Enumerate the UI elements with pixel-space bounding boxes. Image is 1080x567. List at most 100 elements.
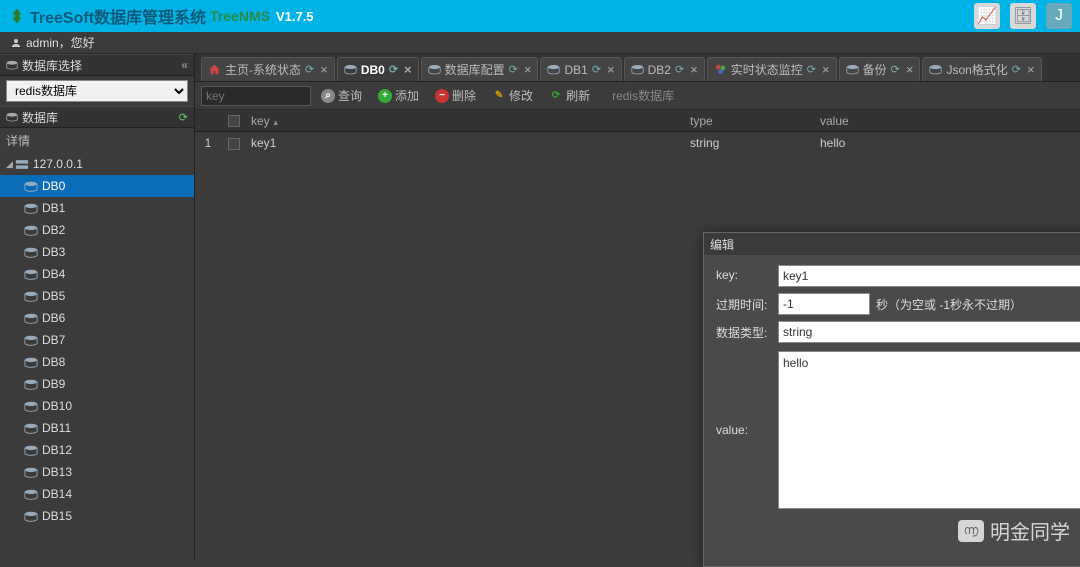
tab-refresh-icon[interactable]: ⟳	[675, 63, 684, 76]
tree-leaf-db9[interactable]: DB9	[0, 373, 194, 395]
header-button-2[interactable]: 🗄	[1010, 3, 1036, 29]
tab-refresh-icon[interactable]: ⟳	[891, 63, 900, 76]
tab-refresh-icon[interactable]: ⟳	[1012, 63, 1021, 76]
tab-Json格式化[interactable]: Json格式化⟳×	[922, 57, 1041, 81]
db-icon	[24, 269, 38, 280]
tree-leaf-label: DB9	[42, 377, 65, 391]
tab-DB0[interactable]: DB0⟳×	[337, 57, 419, 81]
tree-leaf-db12[interactable]: DB12	[0, 439, 194, 461]
tab-数据库配置[interactable]: 数据库配置⟳×	[421, 57, 539, 81]
tree-leaf-label: DB10	[42, 399, 72, 413]
app-header: TreeSoft数据库管理系统 TreeNMS V1.7.5 📈 🗄 J	[0, 0, 1080, 32]
tab-close-icon[interactable]: ×	[607, 62, 615, 77]
tab-close-icon[interactable]: ×	[906, 62, 914, 77]
collapse-icon[interactable]: «	[181, 58, 188, 72]
tab-refresh-icon[interactable]: ⟳	[807, 63, 816, 76]
tab-refresh-icon[interactable]: ⟳	[592, 63, 601, 76]
header-button-3[interactable]: J	[1046, 3, 1072, 29]
tab-close-icon[interactable]: ×	[822, 62, 830, 77]
tab-close-icon[interactable]: ×	[524, 62, 532, 77]
tree-leaf-db15[interactable]: DB15	[0, 505, 194, 527]
tab-DB2[interactable]: DB2⟳×	[624, 57, 705, 81]
tab-close-icon[interactable]: ×	[690, 62, 698, 77]
delete-button[interactable]: −删除	[429, 85, 482, 106]
tree-leaf-db11[interactable]: DB11	[0, 417, 194, 439]
tree-leaf-label: DB12	[42, 443, 72, 457]
db-icon	[428, 64, 441, 75]
search-button[interactable]: ⌕查询	[315, 85, 368, 106]
database-select[interactable]: redis数据库	[6, 80, 188, 102]
col-type-label[interactable]: type	[690, 114, 820, 128]
tab-refresh-icon[interactable]: ⟳	[305, 63, 314, 76]
row-number: 1	[195, 136, 221, 150]
pencil-icon: ✎	[492, 89, 506, 103]
header-button-1[interactable]: 📈	[974, 3, 1000, 29]
tab-refresh-icon[interactable]: ⟳	[509, 63, 518, 76]
tab-label: 主页-系统状态	[225, 61, 301, 78]
tab-close-icon[interactable]: ×	[320, 62, 328, 77]
tab-主页-系统状态[interactable]: 主页-系统状态 ⟳ ×	[201, 57, 335, 81]
tree-leaf-label: DB13	[42, 465, 72, 479]
col-value-label[interactable]: value	[820, 114, 1080, 128]
db-icon	[6, 60, 18, 70]
table-row[interactable]: 1key1stringhello	[195, 132, 1080, 154]
row-checkbox[interactable]	[228, 138, 240, 150]
sidebar: 数据库选择 « redis数据库 数据库 ⟳ 详情 ◢ 127.0.0.1 DB…	[0, 54, 195, 561]
tree-leaf-db4[interactable]: DB4	[0, 263, 194, 285]
key-field-label: key:	[716, 265, 778, 282]
tree-leaf-db2[interactable]: DB2	[0, 219, 194, 241]
tree-leaf-db0[interactable]: DB0	[0, 175, 194, 197]
col-key-label[interactable]: key	[251, 114, 270, 128]
db-icon	[24, 181, 38, 192]
db-icon	[846, 64, 859, 75]
toolbar: ⌕查询 +添加 −删除 ✎修改 ⟳刷新 redis数据库	[195, 82, 1080, 110]
type-field[interactable]	[778, 321, 1080, 343]
db-icon	[24, 335, 38, 346]
db-icon	[24, 489, 38, 500]
tree-leaf-label: DB5	[42, 289, 65, 303]
select-all-checkbox[interactable]	[228, 115, 240, 127]
db-icon	[6, 112, 18, 122]
tree-leaf-db3[interactable]: DB3	[0, 241, 194, 263]
tab-refresh-icon[interactable]: ⟳	[389, 63, 398, 76]
edit-modal: 编辑 ◻ ✕ key: 过期时间: 秒（为空或 -1秒永不过期） 数据类型:	[703, 232, 1080, 567]
db-icon	[24, 247, 38, 258]
user-icon	[10, 37, 22, 49]
refresh-button[interactable]: ⟳刷新	[543, 85, 596, 106]
edit-button[interactable]: ✎修改	[486, 85, 539, 106]
add-button[interactable]: +添加	[372, 85, 425, 106]
type-field-label: 数据类型:	[716, 321, 778, 341]
tree-leaf-db6[interactable]: DB6	[0, 307, 194, 329]
db-icon	[24, 379, 38, 390]
db-panel-header: 数据库 ⟳	[0, 106, 194, 128]
db-icon	[24, 291, 38, 302]
tree-leaf-db13[interactable]: DB13	[0, 461, 194, 483]
tab-备份[interactable]: 备份 ⟳ ×	[839, 57, 921, 81]
app-version: V1.7.5	[276, 9, 314, 24]
expire-field-label: 过期时间:	[716, 293, 778, 313]
tab-close-icon[interactable]: ×	[404, 62, 412, 77]
tree-leaf-db5[interactable]: DB5	[0, 285, 194, 307]
tree-leaf-label: DB11	[42, 421, 71, 435]
tab-close-icon[interactable]: ×	[1027, 62, 1035, 77]
db-tree: ◢ 127.0.0.1 DB0DB1 DB2 DB3DB4 DB5 DB6DB7DB8 D…	[0, 153, 194, 561]
tab-DB1[interactable]: DB1⟳×	[540, 57, 621, 81]
tree-leaf-db8[interactable]: DB8	[0, 351, 194, 373]
tree-leaf-db7[interactable]: DB7	[0, 329, 194, 351]
expire-field[interactable]	[778, 293, 870, 315]
key-field[interactable]	[778, 265, 1080, 287]
modal-header[interactable]: 编辑 ◻ ✕	[704, 233, 1080, 255]
tree-host-node[interactable]: ◢ 127.0.0.1	[0, 153, 194, 175]
tree-leaf-label: DB2	[42, 223, 65, 237]
tree-leaf-db1[interactable]: DB1	[0, 197, 194, 219]
value-field[interactable]	[778, 351, 1080, 509]
key-search-input[interactable]	[201, 86, 311, 106]
refresh-icon[interactable]: ⟳	[179, 111, 188, 124]
tree-leaf-db14[interactable]: DB14	[0, 483, 194, 505]
tree-leaf-label: DB15	[42, 509, 72, 523]
context-label: redis数据库	[612, 87, 674, 104]
tab-label: 备份	[863, 61, 887, 78]
tab-实时状态监控[interactable]: 实时状态监控⟳×	[707, 57, 837, 81]
tree-leaf-db10[interactable]: DB10	[0, 395, 194, 417]
db-icon	[24, 401, 38, 412]
